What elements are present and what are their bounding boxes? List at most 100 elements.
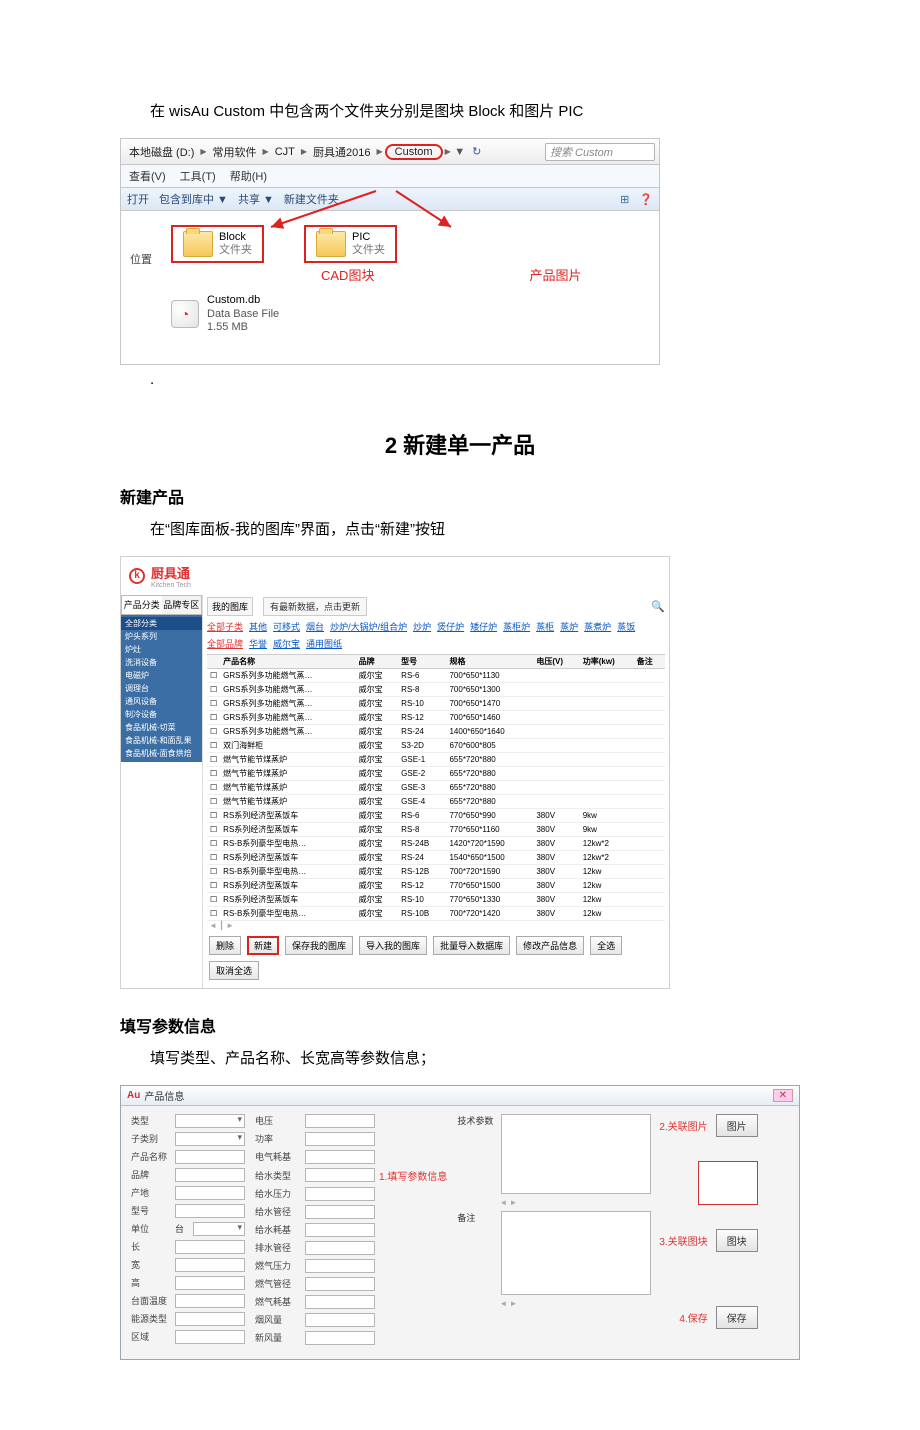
inp-power[interactable]: [305, 1132, 375, 1146]
sel-type[interactable]: [175, 1114, 245, 1128]
inp-brand[interactable]: [175, 1168, 245, 1182]
table-col-header[interactable]: 电压(V): [533, 654, 579, 668]
row-checkbox[interactable]: ☐: [210, 727, 217, 736]
crumb-3[interactable]: 厨具通2016: [309, 144, 374, 160]
kt-filter-link[interactable]: 蒸柜: [536, 622, 554, 632]
row-checkbox[interactable]: ☐: [210, 811, 217, 820]
inp-drainh[interactable]: [305, 1223, 375, 1237]
kt-filter-link[interactable]: 烟台: [306, 622, 324, 632]
textarea-tech[interactable]: [501, 1114, 651, 1194]
crumb-2[interactable]: CJT: [271, 146, 299, 158]
kt-mylib-tab[interactable]: 我的图库: [207, 597, 253, 616]
row-checkbox[interactable]: ☐: [210, 713, 217, 722]
btn-new[interactable]: 新建: [247, 936, 279, 955]
table-row[interactable]: ☐燃气节能节煤蒸炉威尔宝GSE-2655*720*880: [207, 766, 665, 780]
kt-cat-item[interactable]: 炉头系列: [121, 630, 202, 643]
btn-save[interactable]: 保存: [716, 1306, 758, 1329]
kt-cat-item[interactable]: 制冷设备: [121, 708, 202, 721]
table-col-header[interactable]: 备注: [634, 654, 665, 668]
kt-filter-link[interactable]: 炒炉/大锅炉/组合炉: [330, 622, 407, 632]
table-row[interactable]: ☐双门海鲜柜威尔宝S3-2D670*600*805: [207, 738, 665, 752]
kt-filter-link[interactable]: 蒸饭: [617, 622, 635, 632]
kt-filter-link[interactable]: 可移式: [273, 622, 300, 632]
sel-unit[interactable]: [193, 1222, 245, 1236]
sel-subtype[interactable]: [175, 1132, 245, 1146]
btn-batch-import[interactable]: 批量导入数据库: [433, 936, 510, 955]
kt-cat-item[interactable]: 通风设备: [121, 695, 202, 708]
row-checkbox[interactable]: ☐: [210, 699, 217, 708]
table-row[interactable]: ☐GRS系列多功能燃气蒸…威尔宝RS-12700*650*1460: [207, 710, 665, 724]
crumb-4-circled[interactable]: Custom: [385, 144, 443, 160]
row-checkbox[interactable]: ☐: [210, 797, 217, 806]
btn-delete[interactable]: 删除: [209, 936, 241, 955]
row-checkbox[interactable]: ☐: [210, 769, 217, 778]
inp-gaspress[interactable]: [305, 1259, 375, 1273]
folder-pic[interactable]: PIC 文件夹: [304, 225, 397, 263]
btn-select-all[interactable]: 全选: [590, 936, 622, 955]
inp-model[interactable]: [175, 1204, 245, 1218]
crumb-dropdown-icon[interactable]: ▼: [453, 146, 467, 158]
menu-view[interactable]: 查看(V): [129, 168, 166, 184]
kt-filter-link[interactable]: 炒炉: [413, 622, 431, 632]
folder-block[interactable]: Block 文件夹: [171, 225, 264, 263]
toolbar-help-icon[interactable]: ❓: [639, 193, 653, 206]
kt-filter-link[interactable]: 通用图纸: [306, 639, 342, 649]
table-row[interactable]: ☐RS系列经济型蒸饭车威尔宝RS-6770*650*990380V9kw: [207, 808, 665, 822]
kt-filter-link[interactable]: 全部子类: [207, 622, 243, 632]
textarea-note[interactable]: [501, 1211, 651, 1295]
explorer-search-input[interactable]: 搜索 Custom: [545, 143, 655, 161]
row-checkbox[interactable]: ☐: [210, 825, 217, 834]
row-checkbox[interactable]: ☐: [210, 755, 217, 764]
row-checkbox[interactable]: ☐: [210, 685, 217, 694]
close-icon[interactable]: ✕: [773, 1089, 793, 1102]
kt-cat-item[interactable]: 电磁炉: [121, 669, 202, 682]
kt-filter-link[interactable]: 蒸柜炉: [503, 622, 530, 632]
row-checkbox[interactable]: ☐: [210, 853, 217, 862]
table-row[interactable]: ☐RS-B系列豪华型电热…威尔宝RS-12B700*720*1590380V12…: [207, 864, 665, 878]
table-row[interactable]: ☐燃气节能节煤蒸炉威尔宝GSE-3655*720*880: [207, 780, 665, 794]
btn-edit-product[interactable]: 修改产品信息: [516, 936, 584, 955]
table-row[interactable]: ☐RS系列经济型蒸饭车威尔宝RS-241540*650*1500380V12kw…: [207, 850, 665, 864]
toolbar-share[interactable]: 共享 ▼: [238, 191, 274, 207]
crumb-0[interactable]: 本地磁盘 (D:): [125, 144, 198, 160]
table-row[interactable]: ☐RS系列经济型蒸饭车威尔宝RS-8770*650*1160380V9kw: [207, 822, 665, 836]
kt-cat-item[interactable]: 炉灶: [121, 643, 202, 656]
kt-filter-link[interactable]: 威尔宝: [273, 639, 300, 649]
table-col-header[interactable]: [207, 654, 220, 668]
kt-cat-item[interactable]: 食品机械-和面乱果: [121, 734, 202, 747]
row-checkbox[interactable]: ☐: [210, 741, 217, 750]
row-checkbox[interactable]: ☐: [210, 881, 217, 890]
menu-tools[interactable]: 工具(T): [180, 168, 216, 184]
kt-cat-item[interactable]: 调理台: [121, 682, 202, 695]
kt-filter-link[interactable]: 矮仔炉: [470, 622, 497, 632]
inp-gaspipe[interactable]: [305, 1277, 375, 1291]
inp-origin[interactable]: [175, 1186, 245, 1200]
table-col-header[interactable]: 产品名称: [220, 654, 355, 668]
inp-area[interactable]: [175, 1330, 245, 1344]
table-row[interactable]: ☐燃气节能节煤蒸炉威尔宝GSE-1655*720*880: [207, 752, 665, 766]
table-row[interactable]: ☐GRS系列多功能燃气蒸…威尔宝RS-10700*650*1470: [207, 696, 665, 710]
kt-cat-item[interactable]: 食品机械-切菜: [121, 721, 202, 734]
kt-cat-item[interactable]: 食品机械-面食烘焙: [121, 747, 202, 760]
kt-tab-brand[interactable]: 品牌专区: [162, 596, 202, 614]
file-customdb[interactable]: ◔ Custom.db Data Base File 1.55 MB: [171, 294, 649, 334]
table-row[interactable]: ☐燃气节能节煤蒸炉威尔宝GSE-4655*720*880: [207, 794, 665, 808]
table-col-header[interactable]: 功率(kw): [580, 654, 634, 668]
inp-wid[interactable]: [175, 1258, 245, 1272]
row-checkbox[interactable]: ☐: [210, 839, 217, 848]
inp-len[interactable]: [175, 1240, 245, 1254]
inp-draintype[interactable]: [305, 1168, 375, 1182]
row-checkbox[interactable]: ☐: [210, 783, 217, 792]
toolbar-include[interactable]: 包含到库中 ▼: [159, 191, 228, 207]
toolbar-newfolder[interactable]: 新建文件夹: [284, 191, 339, 207]
kt-filter-link[interactable]: 蒸煮炉: [584, 622, 611, 632]
inp-eheat[interactable]: [305, 1150, 375, 1164]
table-row[interactable]: ☐RS-B系列豪华型电热…威尔宝RS-10B700*720*1420380V12…: [207, 906, 665, 920]
table-row[interactable]: ☐RS系列经济型蒸饭车威尔宝RS-10770*650*1330380V12kw: [207, 892, 665, 906]
kt-filter-link[interactable]: 华誉: [249, 639, 267, 649]
inp-energytype[interactable]: [175, 1312, 245, 1326]
row-checkbox[interactable]: ☐: [210, 895, 217, 904]
kt-cat-item[interactable]: 全部分类: [121, 617, 202, 630]
btn-import-mylib[interactable]: 导入我的图库: [359, 936, 427, 955]
row-checkbox[interactable]: ☐: [210, 909, 217, 918]
